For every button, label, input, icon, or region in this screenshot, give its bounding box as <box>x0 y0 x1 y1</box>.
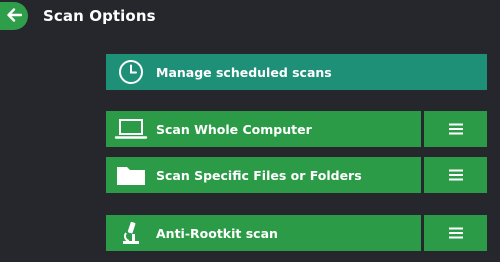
hamburger-menu-icon <box>448 120 463 139</box>
microscope-icon <box>106 215 156 251</box>
hamburger-menu-icon <box>448 166 463 185</box>
arrow-left-icon <box>6 7 23 26</box>
clock-icon <box>106 54 156 90</box>
manage-scheduled-scans-button[interactable]: Manage scheduled scans <box>106 54 487 90</box>
anti-rootkit-scan-menu-button[interactable] <box>424 215 487 251</box>
anti-rootkit-scan-label: Anti-Rootkit scan <box>156 225 278 241</box>
back-button[interactable] <box>0 2 28 30</box>
scan-specific-files-menu-button[interactable] <box>424 157 487 193</box>
scan-whole-computer-button[interactable]: Scan Whole Computer <box>106 111 421 147</box>
hamburger-menu-icon <box>448 224 463 243</box>
page-title: Scan Options <box>43 7 156 25</box>
manage-scheduled-scans-label: Manage scheduled scans <box>156 64 332 80</box>
laptop-icon <box>106 111 156 147</box>
folder-icon <box>106 157 156 193</box>
scan-whole-computer-menu-button[interactable] <box>424 111 487 147</box>
scan-whole-computer-label: Scan Whole Computer <box>156 121 312 137</box>
anti-rootkit-scan-button[interactable]: Anti-Rootkit scan <box>106 215 421 251</box>
scan-specific-files-button[interactable]: Scan Specific Files or Folders <box>106 157 421 193</box>
scan-specific-files-label: Scan Specific Files or Folders <box>156 167 362 183</box>
